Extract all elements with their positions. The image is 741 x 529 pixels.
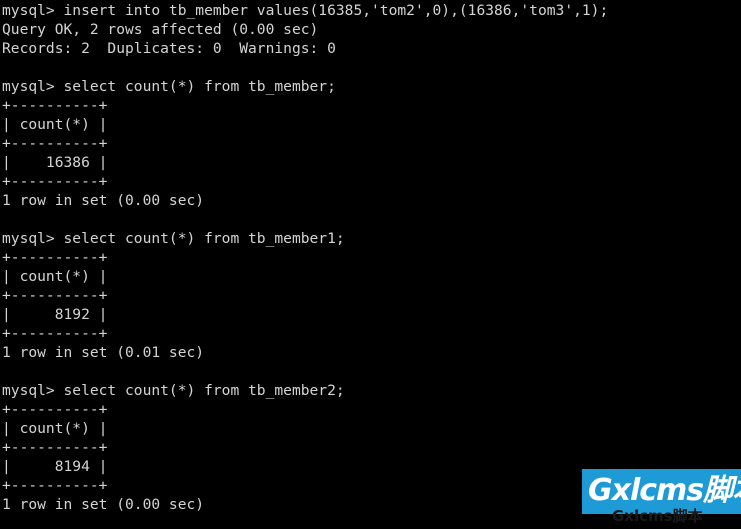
terminal-line: | count(*) |: [2, 116, 108, 133]
terminal-line: | count(*) |: [2, 268, 108, 285]
terminal-line: +----------+: [2, 287, 108, 304]
terminal-line: | count(*) |: [2, 420, 108, 437]
terminal-line: mysql> select count(*) from tb_member2;: [2, 382, 345, 399]
terminal-line: Query OK, 2 rows affected (0.00 sec): [2, 21, 319, 38]
terminal-window[interactable]: mysql> insert into tb_member values(1638…: [0, 0, 741, 529]
terminal-line: +----------+: [2, 97, 108, 114]
watermark-label: Gxlcms脚本: [588, 473, 741, 508]
watermark-ghost-label: Gxlcms脚本: [612, 508, 703, 524]
terminal-line: +----------+: [2, 325, 108, 342]
terminal-line: mysql> select count(*) from tb_member;: [2, 78, 336, 95]
terminal-line: | 16386 |: [2, 154, 108, 171]
terminal-line: Records: 2 Duplicates: 0 Warnings: 0: [2, 40, 336, 57]
terminal-line: 1 row in set (0.01 sec): [2, 344, 205, 361]
terminal-line: +----------+: [2, 401, 108, 418]
terminal-output: mysql> insert into tb_member values(1638…: [2, 1, 741, 514]
terminal-line: +----------+: [2, 249, 108, 266]
terminal-line: +----------+: [2, 173, 108, 190]
terminal-line: 1 row in set (0.00 sec): [2, 192, 205, 209]
terminal-line: mysql> insert into tb_member values(1638…: [2, 2, 609, 19]
terminal-line: +----------+: [2, 135, 108, 152]
terminal-line: +----------+: [2, 439, 108, 456]
terminal-line: mysql> select count(*) from tb_member1;: [2, 230, 345, 247]
terminal-line: | 8192 |: [2, 306, 108, 323]
